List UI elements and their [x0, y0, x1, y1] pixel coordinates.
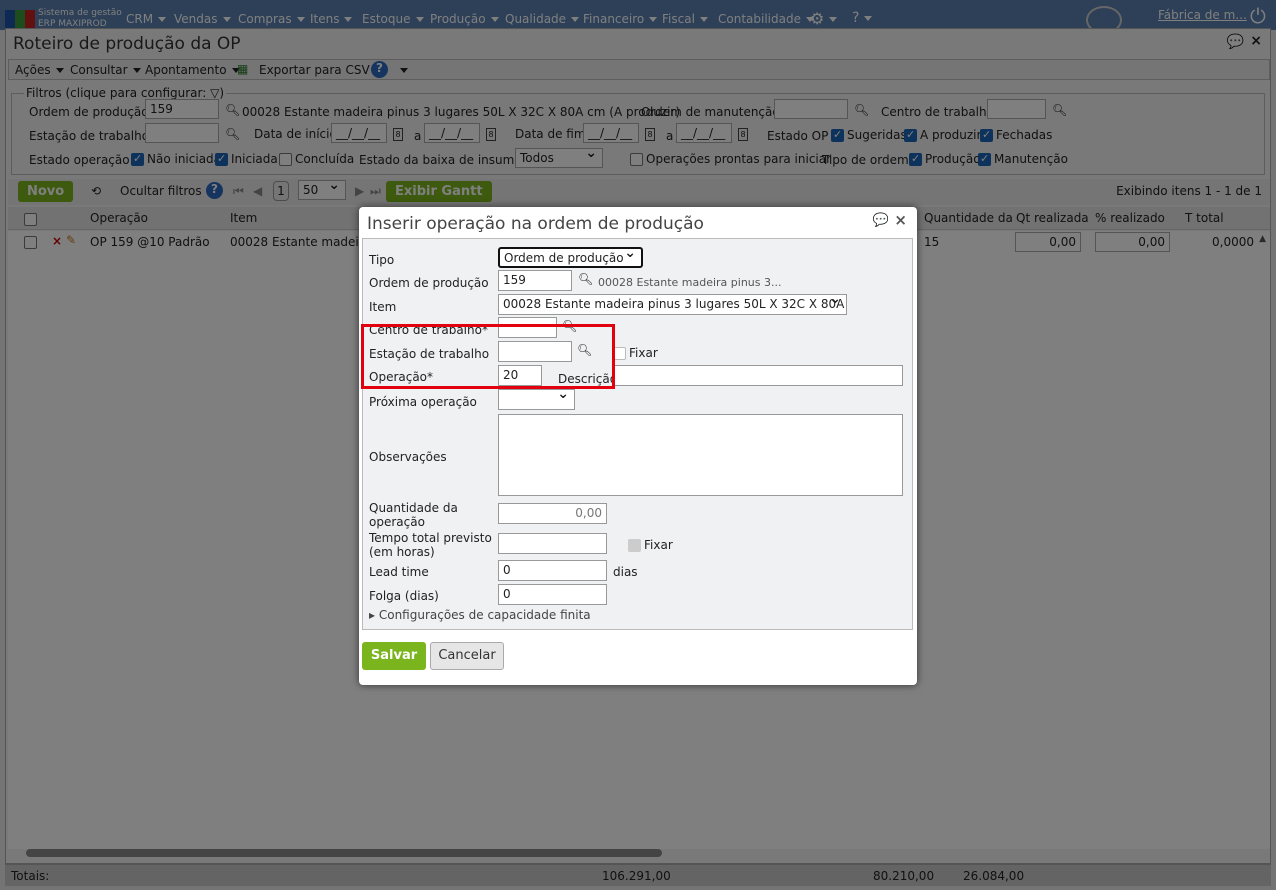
dias-label: dias: [613, 565, 638, 579]
descricao-input[interactable]: [613, 365, 903, 386]
op-description: 00028 Estante madeira pinus 3...: [598, 276, 782, 289]
tipo-label: Tipo: [369, 253, 395, 267]
item-label: Item: [369, 300, 397, 314]
tempo-input[interactable]: [498, 533, 607, 554]
proxima-select[interactable]: [498, 389, 575, 410]
fixar-tempo-checkbox[interactable]: Fixar: [628, 538, 673, 552]
quantidade-input: 0,00: [498, 503, 607, 524]
folga-input[interactable]: 0: [498, 584, 607, 605]
item-select[interactable]: 00028 Estante madeira pinus 3 lugares 50…: [498, 294, 847, 315]
search-icon[interactable]: 🔍︎: [578, 272, 593, 286]
highlight-box: [361, 324, 615, 389]
cancelar-button[interactable]: Cancelar: [430, 642, 504, 670]
proxima-label: Próxima operação: [369, 395, 477, 409]
lead-label: Lead time: [369, 565, 429, 579]
comment-icon[interactable]: 💬: [873, 213, 889, 228]
lead-time-input[interactable]: 0: [498, 560, 607, 581]
tipo-select[interactable]: Ordem de produção: [498, 247, 643, 268]
close-icon[interactable]: ×: [894, 211, 907, 229]
insert-operation-dialog: Inserir operação na ordem de produção 💬 …: [359, 207, 917, 685]
op-input[interactable]: 159: [498, 270, 572, 291]
qtd-label: Quantidade da operação: [369, 501, 458, 529]
dialog-title: Inserir operação na ordem de produção: [367, 214, 704, 234]
obs-label: Observações: [369, 450, 447, 464]
op-label: Ordem de produção: [369, 276, 489, 290]
dialog-form: Tipo Ordem de produção Ordem de produção…: [361, 238, 913, 630]
salvar-button[interactable]: Salvar: [362, 642, 426, 670]
fixar-checkbox[interactable]: Fixar: [613, 346, 658, 360]
tempo-label: Tempo total previsto (em horas): [369, 531, 492, 559]
folga-label: Folga (dias): [369, 589, 439, 603]
config-capacidade-toggle[interactable]: ▸ Configurações de capacidade finita: [369, 608, 591, 622]
observacoes-textarea[interactable]: [498, 414, 903, 496]
